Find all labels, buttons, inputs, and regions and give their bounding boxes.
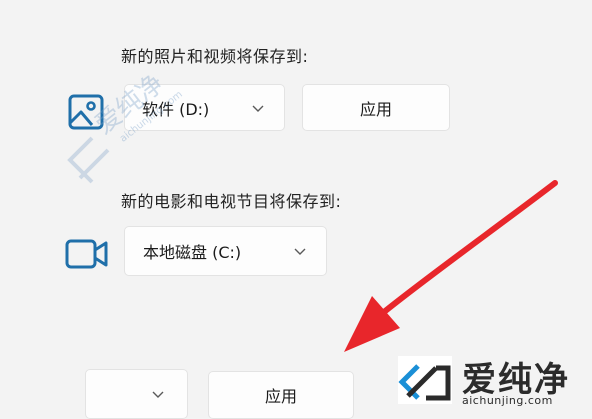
movies-drive-dropdown[interactable]: 本地磁盘 (C:)	[124, 226, 327, 276]
next-apply-button[interactable]: 应用	[208, 371, 354, 419]
photos-apply-button[interactable]: 应用	[302, 84, 450, 131]
next-drive-dropdown[interactable]	[85, 369, 188, 419]
watermark-url: aichunjing.com	[462, 394, 553, 407]
chevron-down-icon	[294, 248, 306, 255]
watermark: 爱纯净 aichunjing.com	[396, 352, 592, 411]
photos-apply-label: 应用	[359, 99, 392, 119]
next-apply-label: 应用	[264, 387, 297, 406]
photos-save-location-label: 新的照片和视频将保存到:	[121, 47, 309, 66]
chevron-down-icon	[252, 105, 264, 112]
brand-logo-icon	[398, 356, 452, 404]
movies-drive-selected: 本地磁盘 (C:)	[143, 243, 242, 262]
chevron-down-icon	[152, 391, 164, 398]
video-camera-icon	[64, 234, 110, 274]
